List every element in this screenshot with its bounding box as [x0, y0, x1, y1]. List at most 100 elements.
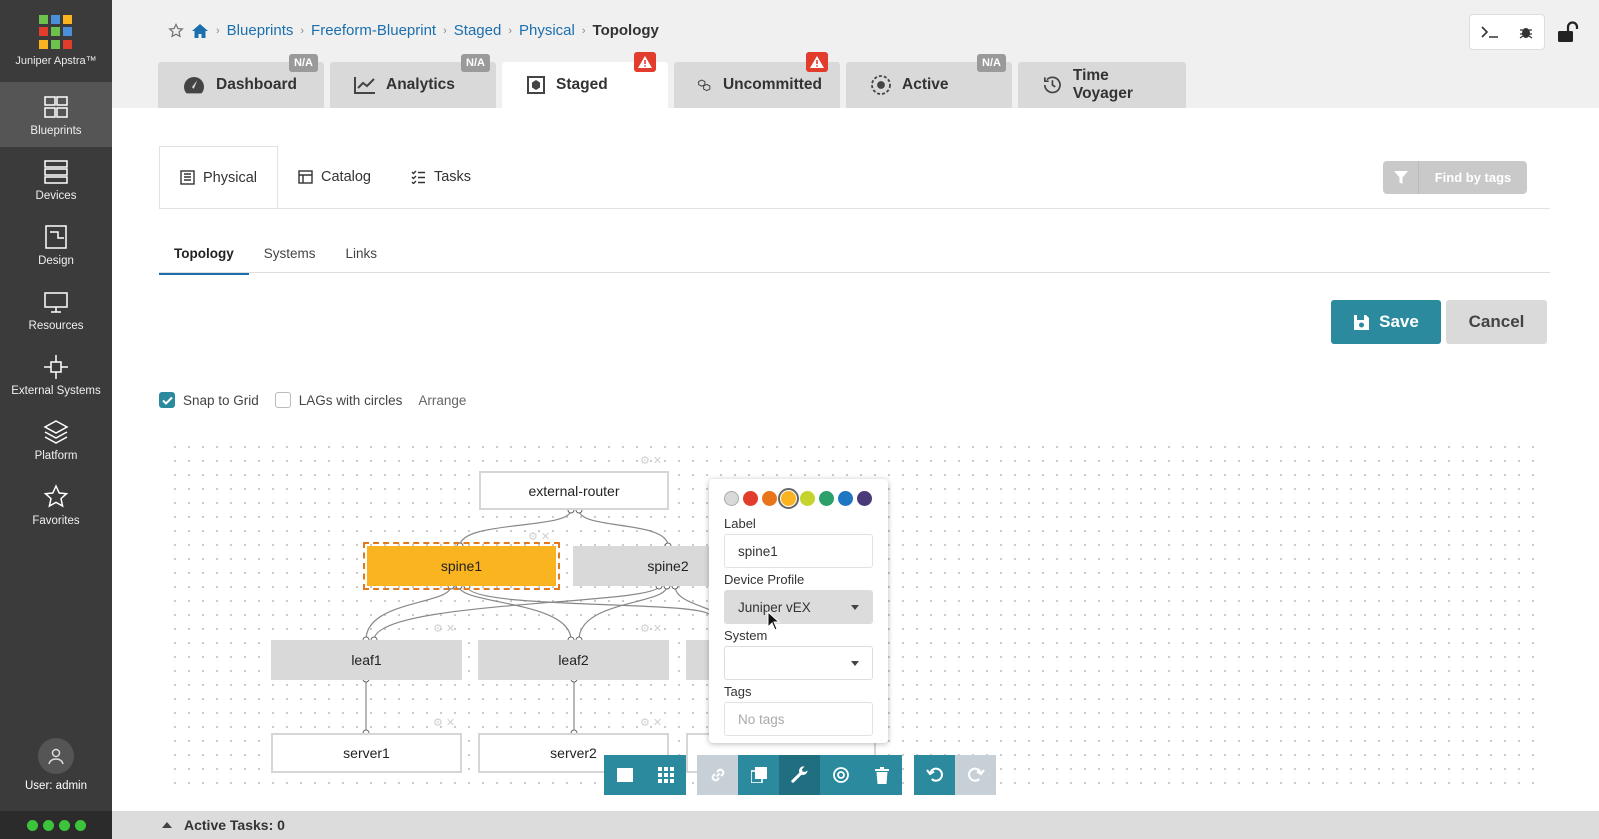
undo-button[interactable] — [914, 755, 955, 795]
brand[interactable]: Juniper Apstra™ — [0, 0, 112, 82]
device-profile-select[interactable]: Juniper vEX — [724, 590, 873, 624]
main-tabs: Dashboard N/A Analytics N/A Staged Uncom… — [158, 52, 1186, 108]
sidebar-item-label: Favorites — [32, 514, 80, 527]
trash-icon — [874, 766, 889, 784]
color-swatch-orange[interactable] — [762, 491, 777, 506]
snap-to-grid-checkbox[interactable] — [159, 392, 175, 408]
breadcrumb-separator: › — [443, 24, 447, 37]
header: › Blueprints › Freeform-Blueprint › Stag… — [112, 0, 1599, 108]
node-external-router[interactable]: external-router — [479, 471, 669, 510]
tab-links[interactable]: Links — [331, 240, 393, 275]
breadcrumb-staged[interactable]: Staged — [454, 22, 502, 39]
breadcrumb: › Blueprints › Freeform-Blueprint › Stag… — [168, 22, 659, 39]
color-swatch-yellow[interactable] — [778, 488, 799, 509]
redo-button[interactable] — [955, 755, 996, 795]
undo-icon — [925, 767, 943, 782]
sidebar-item-devices[interactable]: Devices — [0, 147, 112, 212]
breadcrumb-separator: › — [300, 24, 305, 37]
platform-icon — [43, 419, 69, 444]
terminal-icon[interactable] — [1480, 24, 1500, 40]
user-menu[interactable]: User: admin — [0, 738, 112, 792]
status-dot — [74, 819, 86, 831]
breadcrumb-current: Topology — [592, 22, 659, 39]
snap-to-grid-label: Snap to Grid — [183, 392, 259, 408]
sidebar-item-resources[interactable]: Resources — [0, 277, 112, 342]
color-swatch-blue[interactable] — [838, 491, 853, 506]
toolbar-history — [914, 755, 996, 795]
breadcrumb-separator: › — [508, 24, 512, 37]
tab-active[interactable]: Active N/A — [846, 54, 1012, 108]
edit-properties-button[interactable] — [779, 755, 820, 795]
tab-uncommitted[interactable]: Uncommitted — [674, 52, 840, 108]
cancel-button[interactable]: Cancel — [1446, 300, 1547, 344]
active-tasks-bar[interactable]: Active Tasks: 0 — [112, 811, 1599, 839]
color-swatch-purple[interactable] — [857, 491, 872, 506]
delete-button[interactable] — [861, 755, 902, 795]
label-input[interactable]: spine1 — [724, 534, 873, 568]
tab-physical[interactable]: Physical — [159, 146, 278, 208]
sidebar-item-design[interactable]: Design — [0, 212, 112, 277]
tab-dashboard[interactable]: Dashboard N/A — [158, 54, 324, 108]
breadcrumb-physical[interactable]: Physical — [519, 22, 575, 39]
node-properties-popup: Label spine1 Device Profile Juniper vEX … — [709, 479, 888, 743]
breadcrumb-blueprints[interactable]: Blueprints — [227, 22, 294, 39]
tab-analytics[interactable]: Analytics N/A — [330, 54, 496, 108]
lags-with-circles-checkbox[interactable] — [274, 392, 291, 408]
cubes-icon — [698, 79, 711, 92]
node-tools[interactable]: ⚙✕ — [640, 622, 665, 635]
sidebar-item-label: Devices — [35, 189, 77, 202]
node-leaf2[interactable]: leaf2 — [478, 640, 669, 680]
tab-catalog[interactable]: Catalog — [278, 146, 391, 208]
sidebar-item-blueprints[interactable]: Blueprints — [0, 82, 112, 147]
divider — [159, 272, 1550, 273]
user-icon — [48, 748, 64, 765]
clone-button[interactable] — [738, 755, 779, 795]
redo-icon — [967, 767, 985, 782]
node-tools[interactable]: ⚙✕ — [528, 530, 553, 543]
node-server1[interactable]: server1 — [271, 733, 462, 773]
wrench-icon — [790, 766, 807, 783]
tab-staged[interactable]: Staged — [502, 52, 668, 108]
add-multiple-nodes-button[interactable] — [645, 755, 686, 795]
arrange-button[interactable]: Arrange — [418, 393, 466, 408]
node-tools[interactable]: ⚙✕ — [640, 716, 665, 729]
color-swatch-grey[interactable] — [724, 491, 739, 506]
unlock-icon[interactable] — [1555, 20, 1579, 44]
home-icon[interactable] — [191, 23, 209, 39]
color-picker — [724, 488, 873, 509]
tab-tasks[interactable]: Tasks — [391, 146, 491, 208]
save-button[interactable]: Save — [1331, 300, 1441, 344]
bug-icon[interactable] — [1518, 24, 1534, 40]
device-profile-title: Device Profile — [724, 572, 805, 587]
sidebar-item-favorites[interactable]: Favorites — [0, 472, 112, 537]
node-leaf1[interactable]: leaf1 — [271, 640, 462, 680]
node-tools[interactable]: ⚙✕ — [640, 454, 665, 467]
tab-label: Analytics — [386, 76, 455, 93]
color-swatch-green[interactable] — [819, 491, 834, 506]
link-button[interactable] — [697, 755, 738, 795]
color-swatch-red[interactable] — [743, 491, 758, 506]
tab-systems[interactable]: Systems — [249, 240, 331, 275]
sidebar-item-platform[interactable]: Platform — [0, 407, 112, 472]
node-tools[interactable]: ⚙✕ — [433, 622, 458, 635]
label-field-title: Label — [724, 516, 756, 531]
node-spine1[interactable]: spine1 — [363, 542, 560, 590]
add-node-button[interactable] — [604, 755, 645, 795]
filter-icon — [1383, 161, 1419, 194]
caret-up-icon — [162, 822, 172, 828]
tab-topology[interactable]: Topology — [159, 240, 249, 275]
breadcrumb-freeform-blueprint[interactable]: Freeform-Blueprint — [311, 22, 436, 39]
check-icon — [161, 396, 173, 405]
system-select[interactable] — [724, 646, 873, 680]
tags-input[interactable]: No tags — [724, 702, 873, 736]
color-swatch-lime[interactable] — [800, 491, 815, 506]
system-status-indicator[interactable] — [0, 811, 112, 839]
sidebar-item-label: Resources — [28, 319, 84, 332]
find-by-tags-button[interactable]: Find by tags — [1383, 161, 1527, 194]
tab-time-voyager[interactable]: Time Voyager — [1018, 62, 1186, 108]
sidebar-item-external-systems[interactable]: External Systems — [0, 342, 112, 407]
star-outline-icon[interactable] — [168, 22, 184, 39]
target-button[interactable] — [820, 755, 861, 795]
staged-icon — [527, 76, 545, 94]
node-tools[interactable]: ⚙✕ — [433, 716, 458, 729]
